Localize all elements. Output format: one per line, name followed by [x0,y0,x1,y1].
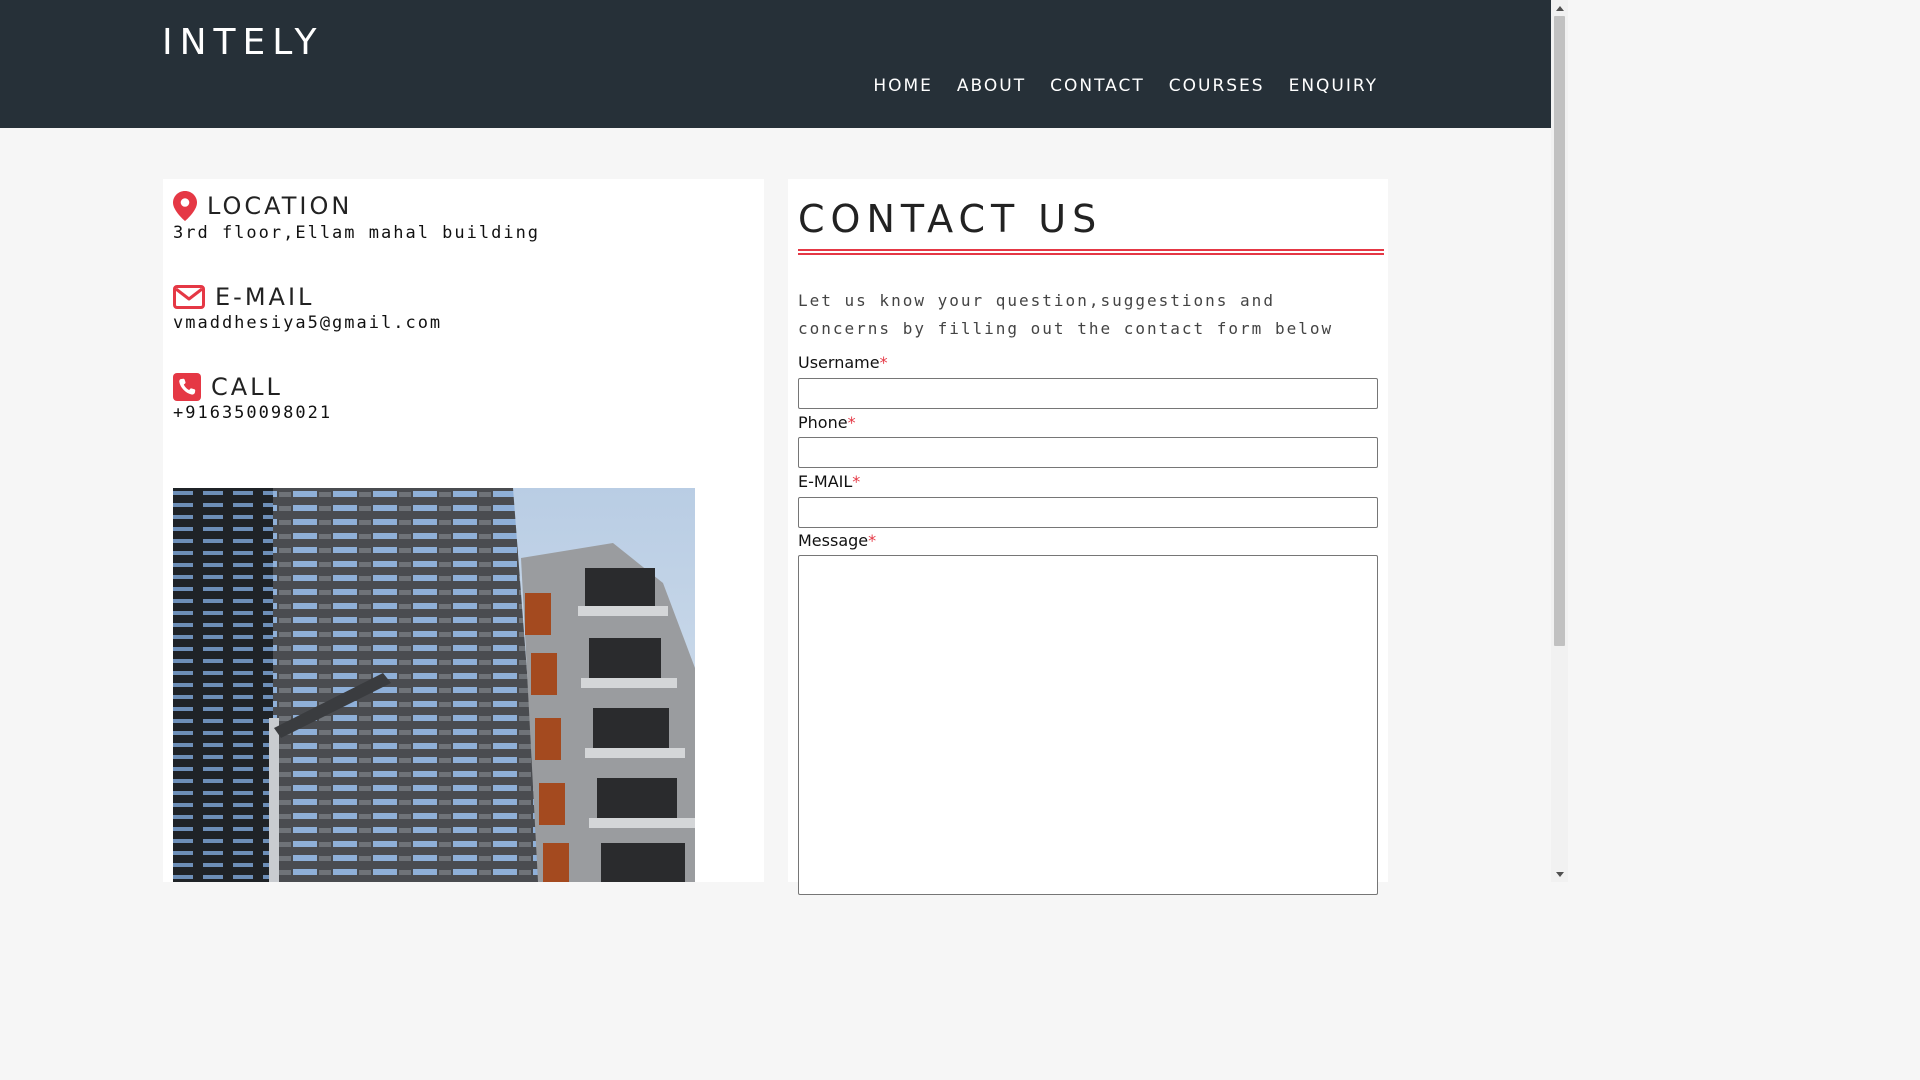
phone-icon [173,373,201,401]
scroll-thumb[interactable] [1554,16,1565,646]
nav-courses[interactable]: COURSES [1169,76,1265,96]
username-label-text: Username [798,353,880,372]
title-divider [798,249,1384,255]
phone-input[interactable] [798,437,1378,468]
username-input[interactable] [798,378,1378,409]
contact-form-panel: CONTACT US Let us know your question,sug… [788,179,1388,895]
message-label-text: Message [798,531,869,550]
required-mark: * [847,413,856,432]
message-label: Message* [798,531,876,550]
email-title: E-MAIL [215,283,315,311]
phone-label: Phone* [798,413,856,432]
nav-enquiry[interactable]: ENQUIRY [1289,76,1378,96]
message-textarea[interactable] [798,555,1378,895]
call-title: CALL [211,373,283,401]
username-label: Username* [798,353,888,372]
email-block: E-MAIL vmaddhesiya5@gmail.com [173,283,442,333]
brand-logo[interactable]: INTELY [162,22,324,63]
email-value[interactable]: vmaddhesiya5@gmail.com [173,313,442,333]
location-value: 3rd floor,Ellam mahal building [173,223,541,243]
contact-title: CONTACT US [798,197,1103,241]
required-mark: * [868,531,877,550]
envelope-icon [173,285,205,309]
contact-intro: Let us know your question,suggestions an… [798,291,1334,338]
contact-info-panel: LOCATION 3rd floor,Ellam mahal building … [163,179,764,882]
phone-label-text: Phone [798,413,848,432]
site-header: INTELY HOME ABOUT CONTACT COURSES ENQUIR… [0,0,1551,128]
location-title: LOCATION [207,192,353,220]
call-block: CALL +916350098021 [173,373,332,423]
email-label-text: E-MAIL [798,472,853,491]
page-scrollbar[interactable] [1551,0,1568,882]
email-input[interactable] [798,497,1378,528]
call-value[interactable]: +916350098021 [173,403,332,423]
nav-contact[interactable]: CONTACT [1050,76,1145,96]
scroll-down-arrow-icon[interactable] [1551,866,1568,882]
main-nav: HOME ABOUT CONTACT COURSES ENQUIRY [873,76,1378,96]
required-mark: * [879,353,888,372]
nav-about[interactable]: ABOUT [957,76,1026,96]
location-pin-icon [173,191,197,221]
scroll-up-arrow-icon[interactable] [1551,0,1568,16]
location-block: LOCATION 3rd floor,Ellam mahal building [173,191,540,243]
building-photo [173,488,695,882]
required-mark: * [852,472,861,491]
nav-home[interactable]: HOME [873,76,933,96]
email-label: E-MAIL* [798,472,860,491]
